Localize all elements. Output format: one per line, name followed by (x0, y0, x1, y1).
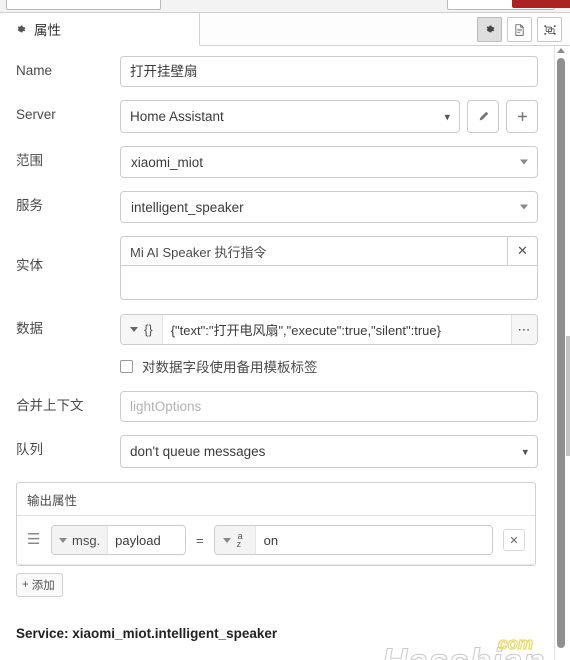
caret-down-icon (130, 327, 138, 332)
entity-selected-row: Mi AI Speaker 执行指令 ✕ (121, 236, 537, 266)
watermark-com-text: com (497, 633, 533, 653)
service-summary: Service: xiaomi_miot.intelligent_speaker (16, 626, 278, 641)
watermark-main-text: Hassbian (382, 642, 546, 660)
form-row-name: Name 打开挂壁扇 (0, 56, 552, 87)
add-output-property-button[interactable]: + 添加 (16, 573, 63, 597)
service-value: intelligent_speaker (131, 199, 244, 215)
close-icon[interactable]: ✕ (507, 236, 537, 266)
add-button-label: 添加 (31, 580, 55, 592)
description-tab-button[interactable] (507, 17, 532, 42)
output-property-target[interactable]: msg. payload (51, 525, 186, 555)
domain-value: xiaomi_miot (131, 154, 204, 170)
json-type-icon: {} (144, 322, 153, 337)
entity-selected-value: Mi AI Speaker 执行指令 (130, 244, 267, 260)
string-type-icon: a z (237, 531, 247, 549)
form-row-domain: 范围 xiaomi_miot (0, 146, 552, 178)
queue-label: 队列 (16, 442, 43, 457)
output-properties-legend: 输出属性 (17, 483, 535, 516)
server-edit-button[interactable] (467, 100, 499, 133)
alt-template-row: 对数据字段使用备用模板标签 (0, 356, 552, 376)
domain-label: 范围 (16, 153, 43, 168)
server-add-button[interactable] (506, 100, 538, 133)
merge-context-label: 合并上下文 (16, 398, 84, 413)
service-select[interactable]: intelligent_speaker (120, 191, 538, 223)
panel-edge-divider (554, 46, 555, 660)
caret-down-icon (59, 537, 67, 543)
output-value[interactable]: on (256, 526, 492, 554)
output-property-row: ☰ msg. payload = a z on ✕ (17, 516, 535, 565)
output-value-type-selector[interactable]: a z (214, 526, 256, 554)
caret-down-icon (520, 204, 528, 210)
form-row-merge-context: 合并上下文 lightOptions (0, 391, 552, 422)
server-select[interactable]: Home Assistant (120, 100, 460, 133)
output-properties-fieldset: 输出属性 ☰ msg. payload = a z on ✕ (16, 482, 536, 566)
output-property-prefix: msg. (72, 532, 101, 548)
form-row-service: 服务 intelligent_speaker (0, 191, 552, 223)
merge-context-input[interactable]: lightOptions (120, 391, 538, 422)
form-row-queue: 队列 don't queue messages ▾ (0, 435, 552, 468)
data-type-selector[interactable]: {} (121, 315, 163, 344)
ellipsis-icon[interactable]: ⋯ (511, 315, 537, 344)
name-input[interactable]: 打开挂壁扇 (120, 56, 538, 87)
edit-dialog-tabbar: 属性 (0, 13, 570, 46)
page-scrollbar[interactable] (566, 46, 570, 660)
tab-properties-label: 属性 (34, 23, 61, 38)
caret-down-icon (222, 537, 231, 543)
properties-tab-button[interactable] (477, 17, 502, 42)
tab-properties[interactable]: 属性 (0, 13, 200, 46)
scrollbar-thumb[interactable] (557, 58, 565, 648)
service-label: 服务 (16, 198, 43, 213)
data-value[interactable]: {"text":"打开电风扇","execute":true,"silent":… (163, 315, 511, 344)
form-row-entity: 实体 Mi AI Speaker 执行指令 ✕ (0, 236, 552, 300)
alt-template-checkbox[interactable] (120, 359, 133, 373)
output-property-scope[interactable]: msg. (52, 526, 109, 554)
output-property-value-input[interactable]: a z on (213, 525, 493, 555)
edit-dialog-body: Name 打开挂壁扇 Server Home Assistant ▾ 范围 xi… (0, 46, 570, 660)
data-typed-input[interactable]: {} {"text":"打开电风扇","execute":true,"silen… (120, 314, 538, 345)
node-properties-form: Name 打开挂壁扇 Server Home Assistant ▾ 范围 xi… (0, 46, 552, 597)
string-type-letter-z: z (236, 539, 242, 549)
data-label: 数据 (16, 321, 43, 336)
window-toolbar-strip (0, 0, 570, 13)
page-scrollbar-thumb[interactable] (566, 336, 570, 456)
output-property-equals: = (196, 532, 204, 548)
toolbar-left-field[interactable] (6, 0, 161, 10)
entity-multiselect[interactable]: Mi AI Speaker 执行指令 ✕ (120, 236, 538, 300)
form-row-server: Server Home Assistant ▾ (0, 100, 552, 133)
node-edit-dialog: 属性 Name 打开挂壁扇 Server Home Assistant ▾ 范围… (0, 0, 570, 660)
form-row-data: 数据 {} {"text":"打开电风扇","execute":true,"si… (0, 314, 552, 345)
alt-template-label: 对数据字段使用备用模板标签 (142, 360, 318, 375)
domain-select[interactable]: xiaomi_miot (120, 146, 538, 178)
appearance-tab-button[interactable] (537, 17, 562, 42)
entity-label: 实体 (16, 258, 43, 273)
output-property-name[interactable]: payload (108, 526, 185, 554)
scroll-up-arrow-icon[interactable] (557, 48, 565, 53)
watermark: Hassbian com 加载示例教程 瀚思彼岸技术论坛 (380, 633, 556, 660)
gear-icon (14, 23, 27, 36)
server-label: Server (16, 107, 56, 122)
caret-down-icon (520, 159, 528, 165)
queue-select[interactable]: don't queue messages (120, 435, 538, 468)
drag-handle-icon[interactable]: ☰ (27, 532, 43, 547)
name-label: Name (16, 63, 53, 78)
deploy-button[interactable] (512, 0, 570, 8)
entity-input-area[interactable] (121, 266, 537, 299)
tabbar-actions (477, 17, 562, 42)
delete-output-property-button[interactable]: ✕ (503, 529, 525, 551)
plus-icon: + (22, 579, 29, 591)
